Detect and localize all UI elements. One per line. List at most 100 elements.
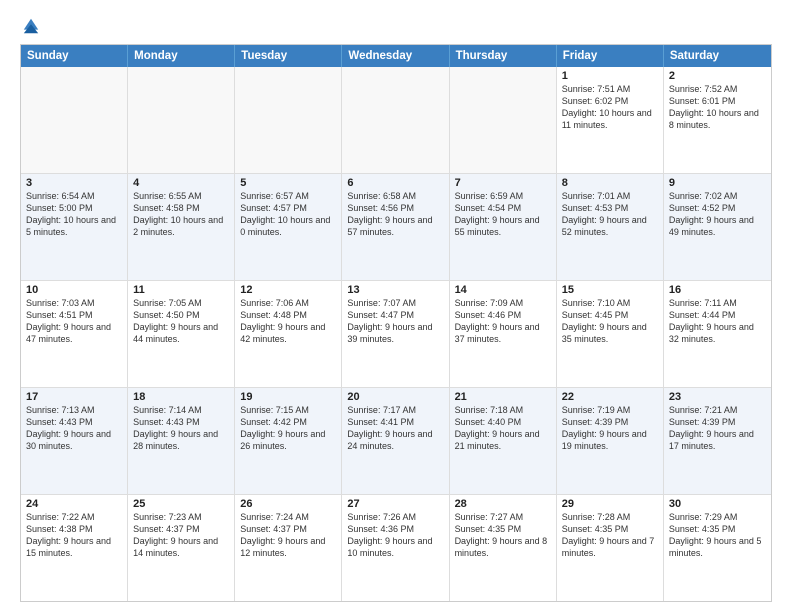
day-info: Sunrise: 7:51 AMSunset: 6:02 PMDaylight:… xyxy=(562,83,658,132)
weekday-header-sunday: Sunday xyxy=(21,45,128,67)
day-number: 18 xyxy=(133,391,229,403)
day-info: Sunrise: 7:52 AMSunset: 6:01 PMDaylight:… xyxy=(669,83,766,132)
day-number: 26 xyxy=(240,498,336,510)
day-info: Sunrise: 7:02 AMSunset: 4:52 PMDaylight:… xyxy=(669,190,766,239)
calendar-row-2: 3Sunrise: 6:54 AMSunset: 5:00 PMDaylight… xyxy=(21,174,771,281)
day-number: 2 xyxy=(669,70,766,82)
day-number: 24 xyxy=(26,498,122,510)
day-number: 6 xyxy=(347,177,443,189)
calendar-cell-2-1: 3Sunrise: 6:54 AMSunset: 5:00 PMDaylight… xyxy=(21,174,128,280)
calendar-cell-4-1: 17Sunrise: 7:13 AMSunset: 4:43 PMDayligh… xyxy=(21,388,128,494)
calendar-cell-2-5: 7Sunrise: 6:59 AMSunset: 4:54 PMDaylight… xyxy=(450,174,557,280)
day-number: 3 xyxy=(26,177,122,189)
calendar-header: SundayMondayTuesdayWednesdayThursdayFrid… xyxy=(21,45,771,67)
calendar-cell-4-7: 23Sunrise: 7:21 AMSunset: 4:39 PMDayligh… xyxy=(664,388,771,494)
day-info: Sunrise: 6:57 AMSunset: 4:57 PMDaylight:… xyxy=(240,190,336,239)
day-number: 21 xyxy=(455,391,551,403)
day-info: Sunrise: 7:06 AMSunset: 4:48 PMDaylight:… xyxy=(240,297,336,346)
day-info: Sunrise: 6:55 AMSunset: 4:58 PMDaylight:… xyxy=(133,190,229,239)
day-number: 11 xyxy=(133,284,229,296)
calendar-cell-2-4: 6Sunrise: 6:58 AMSunset: 4:56 PMDaylight… xyxy=(342,174,449,280)
calendar-body: 1Sunrise: 7:51 AMSunset: 6:02 PMDaylight… xyxy=(21,67,771,601)
day-number: 7 xyxy=(455,177,551,189)
calendar-cell-5-6: 29Sunrise: 7:28 AMSunset: 4:35 PMDayligh… xyxy=(557,495,664,601)
day-number: 1 xyxy=(562,70,658,82)
day-number: 30 xyxy=(669,498,766,510)
day-info: Sunrise: 6:58 AMSunset: 4:56 PMDaylight:… xyxy=(347,190,443,239)
weekday-header-thursday: Thursday xyxy=(450,45,557,67)
weekday-header-saturday: Saturday xyxy=(664,45,771,67)
day-number: 23 xyxy=(669,391,766,403)
day-number: 20 xyxy=(347,391,443,403)
calendar-cell-1-1 xyxy=(21,67,128,173)
calendar-row-5: 24Sunrise: 7:22 AMSunset: 4:38 PMDayligh… xyxy=(21,495,771,601)
calendar-cell-4-5: 21Sunrise: 7:18 AMSunset: 4:40 PMDayligh… xyxy=(450,388,557,494)
day-info: Sunrise: 7:18 AMSunset: 4:40 PMDaylight:… xyxy=(455,404,551,453)
calendar-row-1: 1Sunrise: 7:51 AMSunset: 6:02 PMDaylight… xyxy=(21,67,771,174)
calendar-cell-4-2: 18Sunrise: 7:14 AMSunset: 4:43 PMDayligh… xyxy=(128,388,235,494)
logo xyxy=(20,16,40,36)
calendar: SundayMondayTuesdayWednesdayThursdayFrid… xyxy=(20,44,772,602)
day-info: Sunrise: 7:09 AMSunset: 4:46 PMDaylight:… xyxy=(455,297,551,346)
calendar-cell-4-6: 22Sunrise: 7:19 AMSunset: 4:39 PMDayligh… xyxy=(557,388,664,494)
day-info: Sunrise: 6:54 AMSunset: 5:00 PMDaylight:… xyxy=(26,190,122,239)
calendar-cell-1-2 xyxy=(128,67,235,173)
calendar-cell-2-7: 9Sunrise: 7:02 AMSunset: 4:52 PMDaylight… xyxy=(664,174,771,280)
day-number: 10 xyxy=(26,284,122,296)
day-info: Sunrise: 7:17 AMSunset: 4:41 PMDaylight:… xyxy=(347,404,443,453)
day-number: 13 xyxy=(347,284,443,296)
calendar-cell-2-3: 5Sunrise: 6:57 AMSunset: 4:57 PMDaylight… xyxy=(235,174,342,280)
weekday-header-tuesday: Tuesday xyxy=(235,45,342,67)
calendar-cell-1-6: 1Sunrise: 7:51 AMSunset: 6:02 PMDaylight… xyxy=(557,67,664,173)
calendar-cell-5-4: 27Sunrise: 7:26 AMSunset: 4:36 PMDayligh… xyxy=(342,495,449,601)
day-info: Sunrise: 7:11 AMSunset: 4:44 PMDaylight:… xyxy=(669,297,766,346)
calendar-cell-5-5: 28Sunrise: 7:27 AMSunset: 4:35 PMDayligh… xyxy=(450,495,557,601)
weekday-header-monday: Monday xyxy=(128,45,235,67)
calendar-cell-5-3: 26Sunrise: 7:24 AMSunset: 4:37 PMDayligh… xyxy=(235,495,342,601)
calendar-cell-5-2: 25Sunrise: 7:23 AMSunset: 4:37 PMDayligh… xyxy=(128,495,235,601)
day-info: Sunrise: 7:14 AMSunset: 4:43 PMDaylight:… xyxy=(133,404,229,453)
day-info: Sunrise: 7:28 AMSunset: 4:35 PMDaylight:… xyxy=(562,511,658,560)
day-number: 29 xyxy=(562,498,658,510)
day-info: Sunrise: 7:15 AMSunset: 4:42 PMDaylight:… xyxy=(240,404,336,453)
calendar-cell-4-3: 19Sunrise: 7:15 AMSunset: 4:42 PMDayligh… xyxy=(235,388,342,494)
weekday-header-wednesday: Wednesday xyxy=(342,45,449,67)
page-header xyxy=(20,16,772,36)
calendar-cell-3-1: 10Sunrise: 7:03 AMSunset: 4:51 PMDayligh… xyxy=(21,281,128,387)
day-number: 25 xyxy=(133,498,229,510)
logo-icon xyxy=(22,17,40,35)
calendar-cell-3-4: 13Sunrise: 7:07 AMSunset: 4:47 PMDayligh… xyxy=(342,281,449,387)
day-number: 16 xyxy=(669,284,766,296)
day-info: Sunrise: 6:59 AMSunset: 4:54 PMDaylight:… xyxy=(455,190,551,239)
calendar-cell-1-4 xyxy=(342,67,449,173)
calendar-cell-1-5 xyxy=(450,67,557,173)
day-info: Sunrise: 7:01 AMSunset: 4:53 PMDaylight:… xyxy=(562,190,658,239)
calendar-cell-3-3: 12Sunrise: 7:06 AMSunset: 4:48 PMDayligh… xyxy=(235,281,342,387)
day-info: Sunrise: 7:26 AMSunset: 4:36 PMDaylight:… xyxy=(347,511,443,560)
day-info: Sunrise: 7:03 AMSunset: 4:51 PMDaylight:… xyxy=(26,297,122,346)
day-info: Sunrise: 7:13 AMSunset: 4:43 PMDaylight:… xyxy=(26,404,122,453)
day-number: 8 xyxy=(562,177,658,189)
calendar-cell-5-1: 24Sunrise: 7:22 AMSunset: 4:38 PMDayligh… xyxy=(21,495,128,601)
calendar-cell-5-7: 30Sunrise: 7:29 AMSunset: 4:35 PMDayligh… xyxy=(664,495,771,601)
day-number: 28 xyxy=(455,498,551,510)
day-number: 22 xyxy=(562,391,658,403)
day-info: Sunrise: 7:23 AMSunset: 4:37 PMDaylight:… xyxy=(133,511,229,560)
day-info: Sunrise: 7:24 AMSunset: 4:37 PMDaylight:… xyxy=(240,511,336,560)
calendar-cell-2-2: 4Sunrise: 6:55 AMSunset: 4:58 PMDaylight… xyxy=(128,174,235,280)
day-number: 27 xyxy=(347,498,443,510)
day-number: 17 xyxy=(26,391,122,403)
calendar-cell-1-3 xyxy=(235,67,342,173)
day-number: 12 xyxy=(240,284,336,296)
day-info: Sunrise: 7:05 AMSunset: 4:50 PMDaylight:… xyxy=(133,297,229,346)
day-number: 9 xyxy=(669,177,766,189)
day-number: 4 xyxy=(133,177,229,189)
day-info: Sunrise: 7:10 AMSunset: 4:45 PMDaylight:… xyxy=(562,297,658,346)
calendar-cell-3-2: 11Sunrise: 7:05 AMSunset: 4:50 PMDayligh… xyxy=(128,281,235,387)
day-info: Sunrise: 7:21 AMSunset: 4:39 PMDaylight:… xyxy=(669,404,766,453)
calendar-cell-1-7: 2Sunrise: 7:52 AMSunset: 6:01 PMDaylight… xyxy=(664,67,771,173)
day-info: Sunrise: 7:07 AMSunset: 4:47 PMDaylight:… xyxy=(347,297,443,346)
calendar-cell-3-6: 15Sunrise: 7:10 AMSunset: 4:45 PMDayligh… xyxy=(557,281,664,387)
calendar-cell-4-4: 20Sunrise: 7:17 AMSunset: 4:41 PMDayligh… xyxy=(342,388,449,494)
day-info: Sunrise: 7:19 AMSunset: 4:39 PMDaylight:… xyxy=(562,404,658,453)
